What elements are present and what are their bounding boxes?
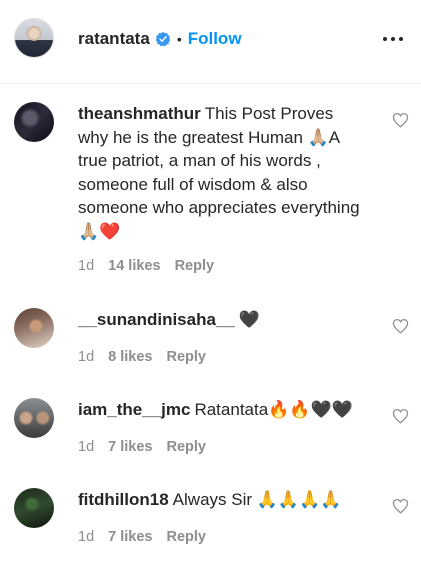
comment-body: theanshmathur This Post Proves why he is … [78, 102, 368, 243]
commenter-avatar[interactable] [14, 308, 54, 348]
verified-badge-icon [155, 31, 171, 47]
commenter-username[interactable]: __sunandinisaha__ [78, 310, 235, 329]
comment-meta: 1d 14 likes Reply [78, 258, 214, 274]
comment-meta: 1d 7 likes Reply [78, 439, 206, 455]
comment-likes[interactable]: 7 likes [108, 439, 152, 455]
comment-text: 🖤 [238, 310, 261, 329]
commenter-username[interactable]: fitdhillon18 [78, 490, 169, 509]
comment-time: 1d [78, 258, 95, 274]
comment-body: __sunandinisaha__ 🖤 [78, 308, 368, 332]
comment-time: 1d [78, 349, 95, 365]
commenter-username[interactable]: iam_the__jmc [78, 400, 190, 419]
commenter-avatar[interactable] [14, 488, 54, 528]
post-header: ratantata • Follow [0, 0, 421, 84]
comment-meta: 1d 8 likes Reply [78, 349, 206, 365]
comment-likes[interactable]: 7 likes [108, 529, 152, 545]
more-options-icon[interactable] [383, 29, 403, 49]
comment-body: fitdhillon18 Always Sir 🙏🙏🙏🙏 [78, 488, 368, 512]
comment-meta: 1d 7 likes Reply [78, 529, 206, 545]
commenter-username[interactable]: theanshmathur [78, 104, 201, 123]
author-line: ratantata • Follow [78, 28, 242, 50]
comment-body: iam_the__jmc Ratantata🔥🔥🖤🖤 [78, 398, 368, 422]
reply-button[interactable]: Reply [166, 349, 206, 365]
heart-outline-icon[interactable] [392, 498, 409, 514]
comment-text: Ratantata🔥🔥🖤🖤 [194, 400, 353, 419]
heart-outline-icon[interactable] [392, 112, 409, 128]
heart-outline-icon[interactable] [392, 318, 409, 334]
heart-outline-icon[interactable] [392, 408, 409, 424]
reply-button[interactable]: Reply [166, 439, 206, 455]
commenter-avatar[interactable] [14, 398, 54, 438]
comment-text: This Post Proves why he is the greatest … [78, 104, 360, 241]
comment-likes[interactable]: 14 likes [108, 258, 160, 274]
reply-button[interactable]: Reply [175, 258, 215, 274]
reply-button[interactable]: Reply [166, 529, 206, 545]
commenter-avatar[interactable] [14, 102, 54, 142]
comment-text: Always Sir 🙏🙏🙏🙏 [172, 490, 342, 509]
comment-time: 1d [78, 529, 95, 545]
follow-button[interactable]: Follow [188, 29, 242, 49]
comment-time: 1d [78, 439, 95, 455]
author-avatar[interactable] [14, 18, 54, 58]
author-username[interactable]: ratantata [78, 29, 150, 49]
separator-dot: • [176, 31, 182, 47]
comment-likes[interactable]: 8 likes [108, 349, 152, 365]
